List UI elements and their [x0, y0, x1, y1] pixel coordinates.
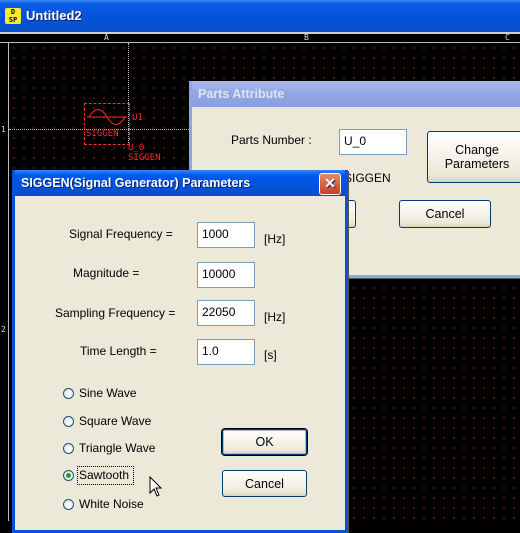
magnitude-input[interactable]: 10000	[197, 262, 255, 288]
white-noise-radio[interactable]	[63, 499, 74, 510]
square-wave-label[interactable]: Square Wave	[79, 414, 151, 428]
white-noise-label[interactable]: White Noise	[79, 497, 144, 511]
sampling-frequency-input[interactable]: 22050	[197, 300, 255, 326]
siggen-dialog-title: SIGGEN(Signal Generator) Parameters	[21, 176, 251, 190]
ruler-row-2: 2	[1, 325, 6, 334]
part-type-label: SIGGEN	[344, 171, 391, 185]
triangle-wave-radio[interactable]	[63, 443, 74, 454]
signal-frequency-input[interactable]: 1000	[197, 222, 255, 248]
change-parameters-button[interactable]: Change Parameters	[427, 131, 520, 183]
magnitude-label: Magnitude =	[73, 266, 140, 280]
parts-dialog-title: Parts Attribute	[198, 87, 285, 101]
signal-frequency-label: Signal Frequency =	[69, 227, 173, 241]
square-wave-radio[interactable]	[63, 416, 74, 427]
parts-number-label: Parts Number :	[231, 133, 312, 147]
time-length-input[interactable]: 1.0	[197, 339, 255, 365]
sampling-frequency-label: Sampling Frequency =	[55, 306, 176, 320]
ruler-row-1: 1	[1, 125, 6, 134]
siggen-parameters-dialog: SIGGEN(Signal Generator) Parameters ✕ Si…	[12, 170, 348, 533]
parts-cancel-button[interactable]: Cancel	[399, 200, 491, 228]
app-title: Untitled2	[26, 8, 82, 23]
siggen-dialog-titlebar[interactable]: SIGGEN(Signal Generator) Parameters ✕	[15, 170, 345, 196]
time-length-label: Time Length =	[80, 344, 157, 358]
ruler-col-c: C	[505, 33, 510, 42]
part-ref-label: U_0	[128, 143, 145, 153]
mouse-cursor-icon	[149, 476, 163, 497]
sine-wave-icon	[87, 109, 127, 125]
row-ruler: 1 2	[0, 43, 9, 521]
sine-wave-label[interactable]: Sine Wave	[79, 386, 137, 400]
ruler-col-a: A	[104, 33, 109, 42]
close-icon[interactable]: ✕	[319, 173, 341, 195]
part-ref-top: U1	[132, 113, 143, 123]
sine-wave-radio[interactable]	[63, 388, 74, 399]
triangle-wave-label[interactable]: Triangle Wave	[79, 441, 155, 455]
ruler-col-b: B	[304, 33, 309, 42]
part-name-in-box: SIGGEN	[86, 129, 119, 139]
parts-dialog-titlebar[interactable]: Parts Attribute	[192, 81, 520, 107]
siggen-part-symbol[interactable]: SIGGEN	[84, 103, 130, 145]
sampling-frequency-unit: [Hz]	[264, 310, 286, 324]
sawtooth-label[interactable]: Sawtooth	[79, 468, 129, 482]
sawtooth-radio[interactable]	[63, 470, 74, 481]
dsp-app-icon: D SP	[5, 8, 21, 24]
part-name-label: SIGGEN	[128, 153, 161, 163]
app-titlebar[interactable]: D SP Untitled2	[0, 0, 520, 32]
parts-number-input[interactable]: U_0	[339, 129, 407, 155]
ok-button[interactable]: OK	[222, 429, 307, 455]
cancel-button[interactable]: Cancel	[222, 470, 307, 497]
time-length-unit: [s]	[264, 348, 277, 362]
signal-frequency-unit: [Hz]	[264, 232, 286, 246]
column-ruler: A B C	[0, 33, 520, 43]
